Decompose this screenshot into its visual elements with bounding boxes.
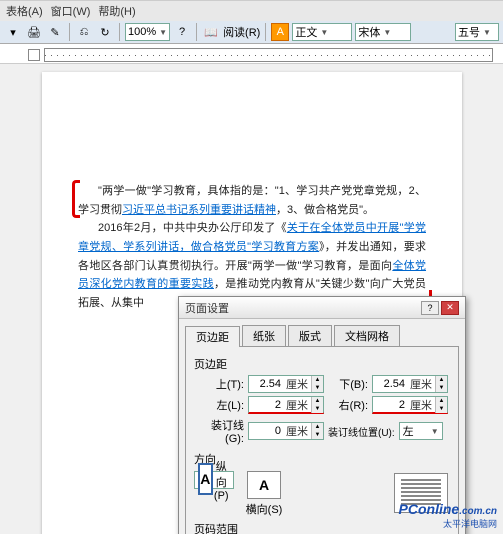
right-input[interactable] [373, 399, 407, 411]
help-icon[interactable]: ? [173, 23, 191, 41]
read-icon[interactable]: 📖 [202, 23, 220, 41]
top-input[interactable] [249, 378, 283, 390]
watermark-brand: PConline [399, 501, 460, 517]
right-label: 右(R): [328, 397, 368, 413]
menu-help[interactable]: 帮助(H) [98, 3, 135, 19]
tab-paper[interactable]: 纸张 [242, 325, 286, 346]
dialog-title: 页面设置 [185, 300, 419, 316]
left-label: 左(L): [194, 397, 244, 413]
gutter-label: 装订线(G): [194, 417, 244, 445]
toolbar-btn-1[interactable]: ▾ [4, 23, 22, 41]
ruler-scale[interactable] [44, 48, 493, 62]
help-button[interactable]: ? [421, 301, 439, 315]
bottom-input[interactable] [373, 378, 407, 390]
fontsize-value: 五号 [458, 24, 480, 40]
close-button[interactable]: ✕ [441, 301, 459, 315]
zoom-value: 100% [128, 26, 156, 38]
style-value: 正文 [295, 24, 317, 40]
toolbar-btn-5[interactable]: ↻ [96, 23, 114, 41]
toolbar-btn-4[interactable]: ⎌ [75, 23, 93, 41]
separator [119, 23, 120, 41]
zoom-combo[interactable]: 100%▼ [125, 23, 170, 41]
left-spinner[interactable]: 厘米▲▼ [248, 396, 324, 414]
style-combo[interactable]: 正文▼ [292, 23, 352, 41]
dropdown-icon: ▼ [383, 28, 391, 37]
spin-buttons[interactable]: ▲▼ [435, 397, 447, 413]
orientation-portrait[interactable]: A纵向(P) [194, 471, 234, 489]
toolbar-btn-3[interactable]: ✎ [46, 23, 64, 41]
unit: 厘米 [407, 397, 435, 413]
landscape-label: 横向(S) [244, 501, 284, 517]
bottom-label: 下(B): [328, 376, 368, 392]
left-input[interactable] [249, 399, 283, 411]
menu-table[interactable]: 表格(A) [6, 3, 43, 19]
top-label: 上(T): [194, 376, 244, 392]
tab-grid[interactable]: 文档网格 [334, 325, 400, 346]
font-value: 宋体 [358, 24, 380, 40]
gutter-input[interactable] [249, 425, 283, 437]
font-combo[interactable]: 宋体▼ [355, 23, 411, 41]
spin-buttons[interactable]: ▲▼ [311, 423, 323, 439]
unit: 厘米 [283, 423, 311, 439]
gutter-pos-label: 装订线位置(U): [328, 424, 395, 439]
text: 2016年2月，中共中央办公厅印发了《 [98, 222, 287, 234]
watermark-sub: 太平洋电脑网 [399, 517, 497, 530]
bottom-spinner[interactable]: 厘米▲▼ [372, 375, 448, 393]
orient-section-label: 方向 [194, 451, 450, 467]
gutter-pos-value: 左 [403, 423, 414, 439]
gutter-pos-select[interactable]: 左▼ [399, 422, 443, 440]
ruler-tab-selector[interactable] [28, 49, 40, 61]
menu-window[interactable]: 窗口(W) [51, 3, 91, 19]
orientation-landscape[interactable]: A横向(S) [244, 471, 284, 517]
spin-buttons[interactable]: ▲▼ [311, 397, 323, 413]
paragraph-1: "两学一做"学习教育，具体指的是："1、学习共产党党章党规，2、学习贯彻习近平总… [78, 182, 426, 219]
hyperlink[interactable]: 习近平总书记系列重要讲话精神 [122, 204, 276, 216]
style-marker-icon[interactable]: A [271, 23, 289, 41]
unit: 厘米 [283, 397, 311, 413]
watermark-suffix: .com.cn [459, 506, 497, 517]
separator [69, 23, 70, 41]
unit: 厘米 [283, 376, 311, 392]
spin-buttons[interactable]: ▲▼ [435, 376, 447, 392]
unit: 厘米 [407, 376, 435, 392]
watermark-logo: PConline.com.cn 太平洋电脑网 [399, 501, 497, 530]
spin-buttons[interactable]: ▲▼ [311, 376, 323, 392]
read-label[interactable]: 阅读(R) [223, 24, 260, 40]
dropdown-icon: ▼ [431, 427, 439, 436]
right-spinner[interactable]: 厘米▲▼ [372, 396, 448, 414]
dropdown-icon: ▼ [320, 28, 328, 37]
tab-layout[interactable]: 版式 [288, 325, 332, 346]
dropdown-icon: ▼ [159, 28, 167, 37]
print-preview-icon[interactable]: 🖨 [25, 23, 43, 41]
separator [265, 23, 266, 41]
separator [196, 23, 197, 41]
gutter-spinner[interactable]: 厘米▲▼ [248, 422, 324, 440]
portrait-label: 纵向(P) [213, 458, 231, 502]
top-spinner[interactable]: 厘米▲▼ [248, 375, 324, 393]
ruler [0, 46, 503, 64]
tab-margin[interactable]: 页边距 [185, 326, 240, 347]
document-area: "两学一做"学习教育，具体指的是："1、学习共产党党章党规，2、学习贯彻习近平总… [0, 64, 503, 534]
text: ，3、做合格党员"。 [276, 204, 374, 216]
dialog-tabs: 页边距 纸张 版式 文档网格 [185, 325, 459, 346]
page-setup-dialog: 页面设置 ? ✕ 页边距 纸张 版式 文档网格 页边距 上(T): 厘米▲▼ 下… [178, 296, 466, 534]
fontsize-combo[interactable]: 五号▼ [455, 23, 499, 41]
dialog-titlebar[interactable]: 页面设置 ? ✕ [179, 297, 465, 319]
dropdown-icon: ▼ [483, 28, 491, 37]
margins-section-label: 页边距 [194, 356, 450, 372]
